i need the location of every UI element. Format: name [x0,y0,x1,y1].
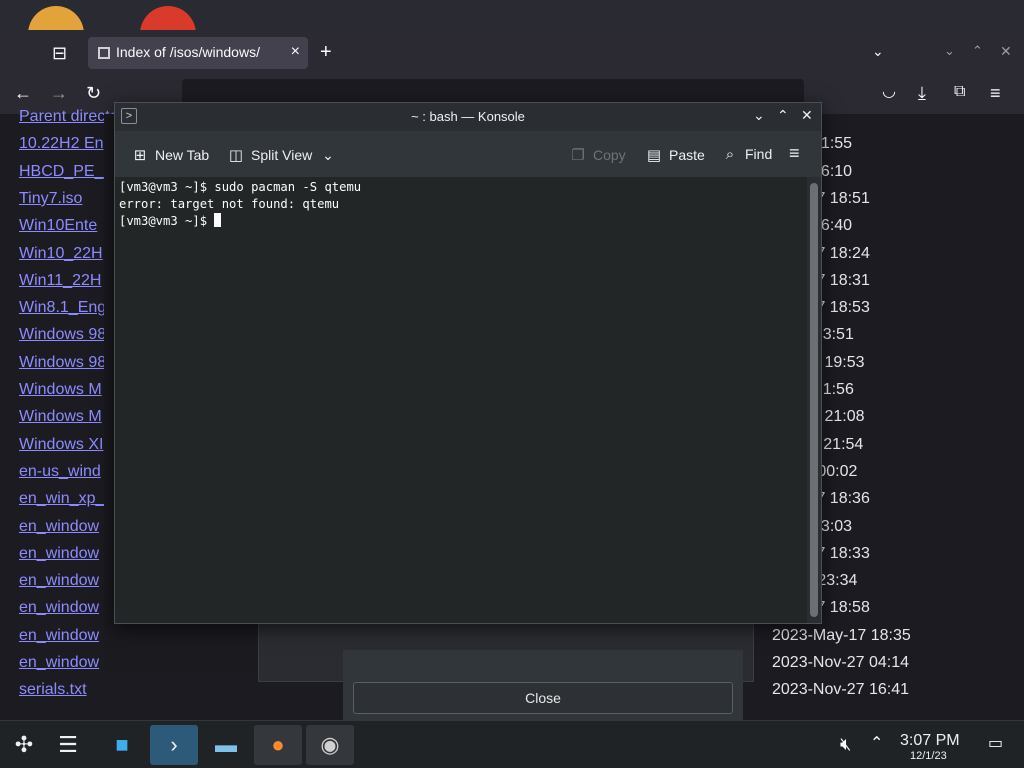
firefox-task-button[interactable]: ● [254,725,302,765]
launcher-icon: ✣ [14,732,34,757]
search-icon: ⌕ [725,146,735,163]
paste-icon: ▤ [646,147,662,164]
volume-muted-icon[interactable]: 🔇︎ [840,735,851,753]
system-settings-button[interactable]: ☰ [44,725,92,765]
app-menu-icon[interactable]: ≡ [990,84,1001,102]
copy-icon: ❐ [571,147,585,164]
file-link[interactable]: Win11_22H [19,272,101,290]
new-tab-button[interactable]: + [320,42,332,62]
file-link[interactable]: Windows 98 [19,354,106,372]
tab-index-isos-windows[interactable]: Index of /isos/windows/ × [88,37,308,69]
konsole-minimize-icon[interactable]: ⌄ [753,107,765,124]
file-date: 2023-Nov-27 04:14 [772,654,909,671]
konsole-task-button[interactable]: › [150,725,198,765]
window-maximize-icon[interactable]: ⌃ [972,44,983,57]
file-link[interactable]: en_window [19,654,99,672]
file-link[interactable]: en_window [19,518,99,536]
split-view-icon: ◫ [228,147,244,164]
find-label: Find [745,146,773,162]
file-link[interactable]: Windows 98 [19,326,106,344]
app-launcher-button[interactable]: ✣ [0,725,48,765]
window-close-icon[interactable]: ✕ [1000,44,1012,58]
terminal-prompt: [vm3@vm3 ~]$ [119,214,215,228]
file-link[interactable]: serials.txt [19,681,87,699]
hamburger-menu-icon[interactable]: ≡ [789,143,800,163]
paste-label: Paste [669,147,705,163]
clock-date[interactable]: 12/1/23 [910,750,947,762]
page-favicon-icon [96,45,112,61]
file-link[interactable]: HBCD_PE_x [19,163,111,181]
pocket-icon[interactable]: ◡ [882,84,896,100]
copy-label: Copy [593,147,626,163]
taskbar: ✣ ☰ ■ › ▬ ● ◉ 🔇︎ ⌃ 3:07 PM 12/1/23 ▭ [0,720,1024,768]
window-minimize-icon[interactable]: ⌄ [944,44,955,57]
store-bag-icon: ■ [115,732,129,757]
discover-store-button[interactable]: ■ [98,725,146,765]
system-tray-expand-icon[interactable]: ⌃ [870,736,883,752]
konsole-title: ~ : bash — Konsole [411,109,525,124]
dialog-close-button[interactable]: Close [353,682,733,714]
file-date: 2023-May-17 18:35 [772,626,911,644]
file-link[interactable]: en_win_xp_ [19,490,104,508]
copy-button[interactable]: ❐ Copy [569,146,626,166]
terminal-output[interactable]: [vm3@vm3 ~]$ sudo pacman -S qtemu error:… [115,177,807,623]
terminal-line: [vm3@vm3 ~]$ sudo pacman -S qtemu [119,180,362,194]
vm-app-task-button[interactable]: ◉ [306,725,354,765]
file-link[interactable]: Windows M [19,408,102,426]
folder-icon: ▬ [215,732,237,757]
paste-button[interactable]: ▤ Paste [645,146,705,166]
new-tab-label: New Tab [155,147,210,163]
file-manager-button[interactable]: ▬ [202,725,250,765]
list-all-tabs-icon[interactable]: ⌄ [872,44,884,58]
file-link[interactable]: Tiny7.iso [19,190,82,208]
terminal-prompt-line: [vm3@vm3 ~]$ [119,213,803,230]
split-view-button[interactable]: ◫ Split View ⌄ [227,146,334,166]
terminal-cursor [214,213,222,227]
konsole-close-icon[interactable]: ✕ [801,107,813,124]
terminal-icon: › [170,732,178,757]
konsole-titlebar[interactable]: > ~ : bash — Konsole ⌄ ⌃ ✕ [115,103,821,131]
file-link[interactable]: en_window [19,599,99,617]
chrome-icon[interactable] [140,6,196,30]
terminal-line: error: target not found: qtemu [119,197,340,211]
forward-icon[interactable]: → [50,84,68,102]
file-link[interactable]: en_window [19,572,99,590]
new-tab-icon: ⊞ [133,147,147,164]
split-view-label: Split View [251,147,313,163]
file-link[interactable]: Windows M [19,381,102,399]
new-tab-button-konsole[interactable]: ⊞ New Tab [131,146,210,166]
file-link[interactable]: Win10Ente [19,217,97,235]
reload-icon[interactable]: ↻ [86,84,101,102]
file-link[interactable]: en_window [19,627,99,645]
back-icon[interactable]: ← [14,84,32,102]
konsole-maximize-icon[interactable]: ⌃ [777,107,789,124]
file-link[interactable]: 10.22H2 En [19,135,104,153]
downloads-icon[interactable]: ⤓ [918,84,926,102]
konsole-toolbar: ⊞ New Tab ◫ Split View ⌄ ❐ Copy ▤ Paste ⌕ Fin… [115,131,821,177]
show-desktop-icon[interactable]: ▭ [988,736,1003,752]
vm-app-icon: ◉ [320,732,340,757]
file-link[interactable]: Windows XI [19,436,103,454]
tab-title: Index of /isos/windows/ [116,44,260,60]
konsole-window[interactable]: > ~ : bash — Konsole ⌄ ⌃ ✕ ⊞ New Tab ◫ Spl… [114,102,822,624]
firefox-icon: ● [271,732,285,757]
scrollbar-thumb[interactable] [810,183,818,617]
tab-close-icon[interactable]: × [291,43,300,61]
tab-overview-icon[interactable]: ⊟ [52,44,67,62]
file-link[interactable]: Win10_22H [19,245,103,263]
extensions-icon[interactable]: ⧉ [954,84,965,100]
file-link[interactable]: en-us_wind [19,463,101,481]
settings-sliders-icon: ☰ [58,732,78,757]
file-date: 2023-Nov-27 16:41 [772,681,909,699]
desktop-app-icon[interactable] [28,6,84,30]
terminal-scrollbar[interactable] [807,177,821,623]
clock-time[interactable]: 3:07 PM [900,732,960,750]
chevron-down-icon: ⌄ [322,147,334,163]
find-button[interactable]: ⌕ Find [721,146,772,166]
file-link[interactable]: Win8.1_Eng [19,299,106,317]
file-link[interactable]: en_window [19,545,99,563]
desktop-wallpaper [0,0,1024,30]
